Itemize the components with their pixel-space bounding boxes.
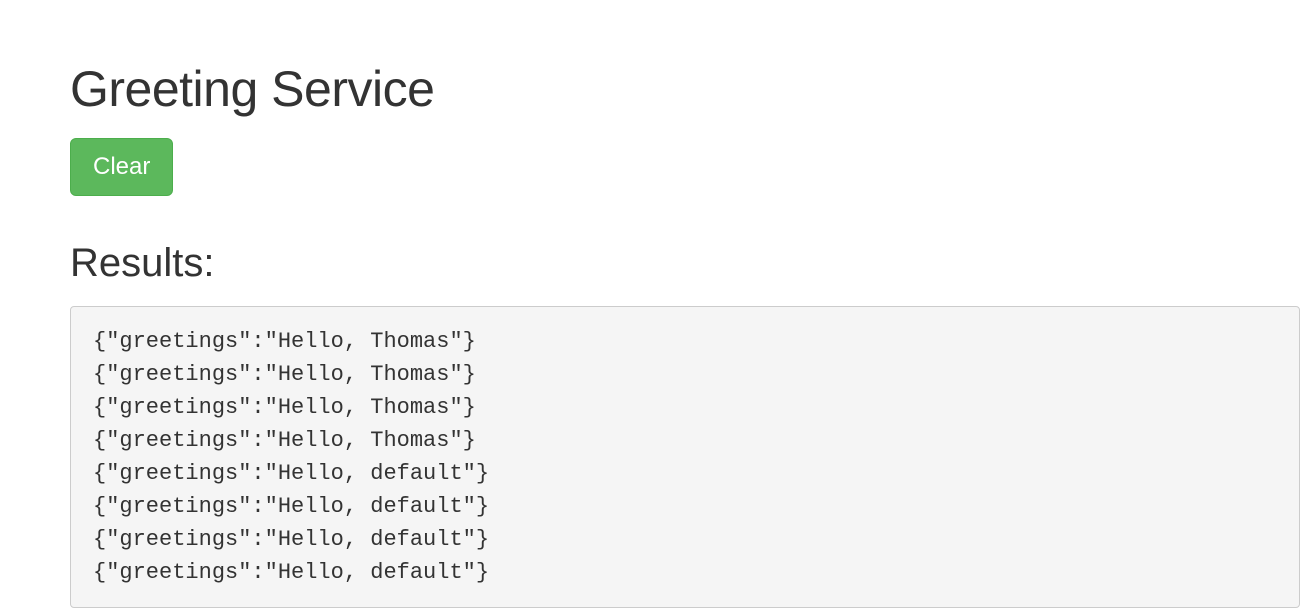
results-output: {"greetings":"Hello, Thomas"} {"greeting… <box>70 306 1300 608</box>
result-line: {"greetings":"Hello, Thomas"} <box>93 424 1277 457</box>
result-line: {"greetings":"Hello, Thomas"} <box>93 325 1277 358</box>
result-line: {"greetings":"Hello, Thomas"} <box>93 358 1277 391</box>
result-line: {"greetings":"Hello, default"} <box>93 523 1277 556</box>
result-line: {"greetings":"Hello, default"} <box>93 556 1277 589</box>
result-line: {"greetings":"Hello, default"} <box>93 457 1277 490</box>
results-heading: Results: <box>70 241 1300 286</box>
main-container: Greeting Service Clear Results: {"greeti… <box>0 0 1300 608</box>
result-line: {"greetings":"Hello, Thomas"} <box>93 391 1277 424</box>
clear-button[interactable]: Clear <box>70 138 173 196</box>
result-line: {"greetings":"Hello, default"} <box>93 490 1277 523</box>
page-title: Greeting Service <box>70 60 1300 118</box>
